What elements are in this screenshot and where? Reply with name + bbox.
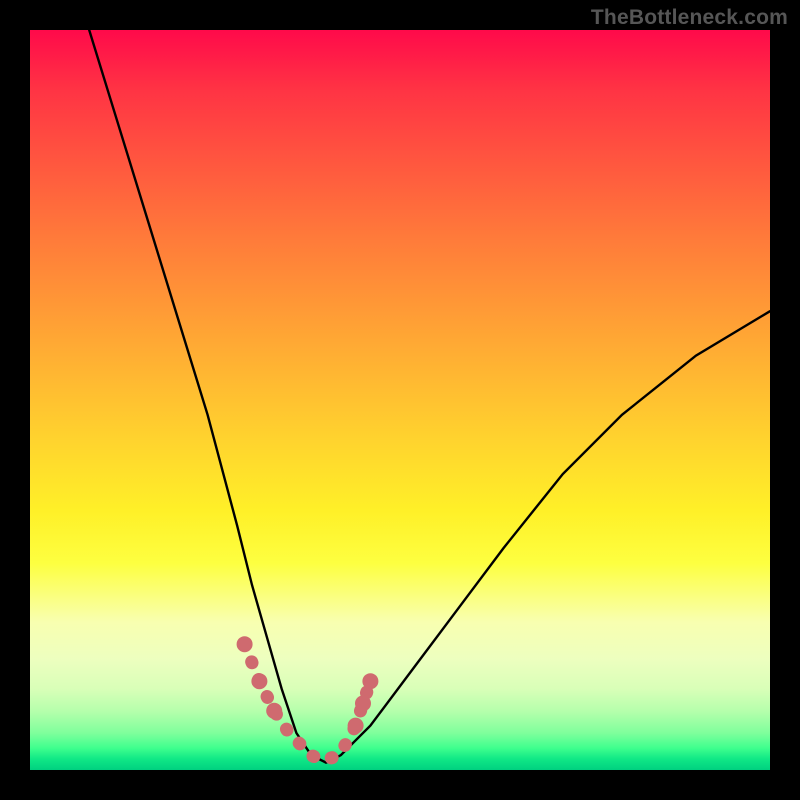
target-band-dot	[362, 673, 378, 689]
plot-area	[30, 30, 770, 770]
target-band-dot	[355, 695, 371, 711]
target-band	[245, 644, 371, 759]
target-band-dots	[237, 636, 379, 733]
chart-frame: TheBottleneck.com	[0, 0, 800, 800]
target-band-dot	[237, 636, 253, 652]
plot-svg	[30, 30, 770, 770]
target-band-dot	[251, 673, 267, 689]
watermark-text: TheBottleneck.com	[591, 6, 788, 30]
target-band-dot	[266, 703, 282, 719]
bottleneck-curve	[89, 30, 770, 763]
target-band-dot	[348, 718, 364, 734]
